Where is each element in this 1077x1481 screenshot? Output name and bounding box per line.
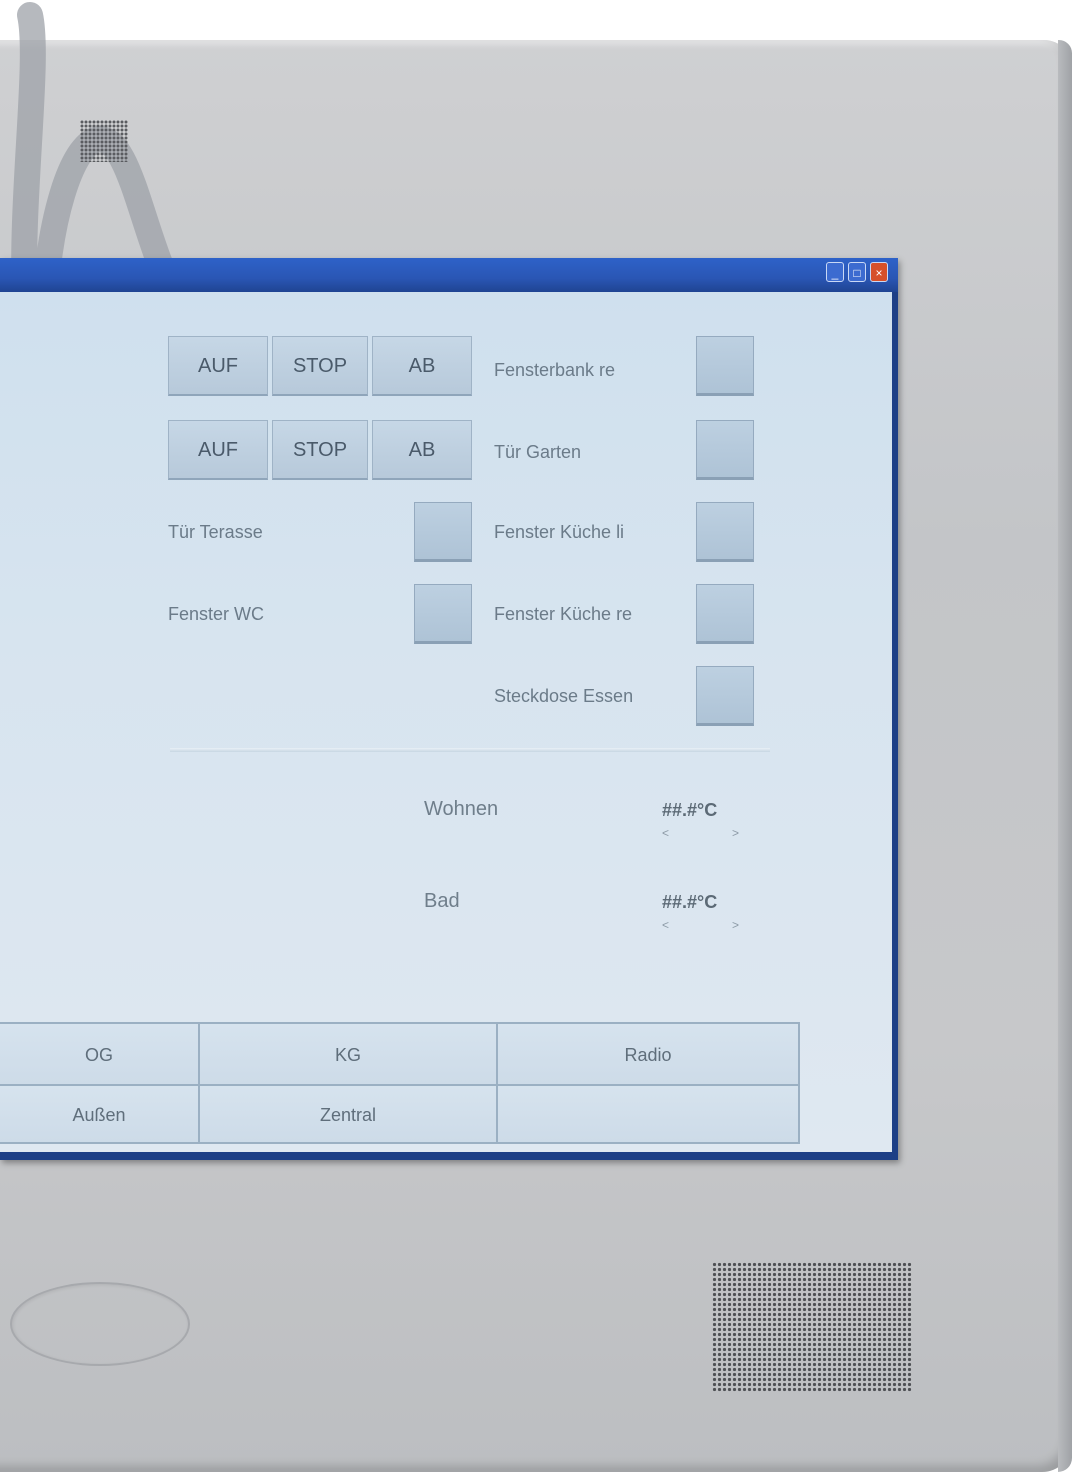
shutter-1-down-button[interactable]: AB — [372, 336, 472, 396]
switch-fenster-kueche-li-label: Fenster Küche li — [494, 522, 625, 542]
temp-wohnen-slider[interactable]: < > — [662, 826, 742, 842]
switch-fenster-wc-toggle[interactable] — [414, 584, 472, 644]
switch-steckdose-essen-toggle[interactable] — [696, 666, 754, 726]
temp-bad-slider[interactable]: < > — [662, 918, 742, 934]
temp-wohnen-label: Wohnen — [424, 798, 499, 820]
shutter-1-label: Fensterbank re — [494, 360, 616, 380]
home-button-icon[interactable] — [10, 1282, 190, 1366]
window: _ □ × AUF STOP AB Fensterbank re AUF STO… — [0, 258, 898, 1160]
temp-bad-increase-button[interactable]: > — [732, 918, 739, 932]
switch-tuer-garten-toggle[interactable] — [696, 420, 754, 480]
nav-zentral-button[interactable]: Zentral — [200, 1086, 498, 1144]
nav-aussen-button[interactable]: Außen — [0, 1086, 200, 1144]
nav-empty-cell — [498, 1086, 800, 1144]
shutter-1-stop-button[interactable]: STOP — [272, 336, 368, 396]
temp-bad-label: Bad — [424, 890, 460, 912]
nav-og-button[interactable]: OG — [0, 1024, 200, 1086]
switch-fenster-kueche-re-toggle[interactable] — [696, 584, 754, 644]
close-button[interactable]: × — [870, 262, 888, 282]
temp-wohnen-increase-button[interactable]: > — [732, 826, 739, 840]
temp-wohnen-decrease-button[interactable]: < — [662, 826, 669, 840]
switch-steckdose-essen-label: Steckdose Essen — [494, 686, 634, 706]
shutter-2-label: Tür Garten — [494, 442, 582, 462]
shutter-1-up-button[interactable]: AUF — [168, 336, 268, 396]
maximize-button[interactable]: □ — [848, 262, 866, 282]
temp-bad-value: ##.#°C — [662, 892, 718, 912]
shutter-2-up-button[interactable]: AUF — [168, 420, 268, 480]
nav-kg-button[interactable]: KG — [200, 1024, 498, 1086]
speaker-grille-icon — [80, 120, 128, 162]
shutter-2-stop-button[interactable]: STOP — [272, 420, 368, 480]
switch-fensterbank-toggle[interactable] — [696, 336, 754, 396]
temp-bad-decrease-button[interactable]: < — [662, 918, 669, 932]
switch-tuer-terasse-label: Tür Terasse — [168, 522, 263, 542]
speaker-grille-icon — [712, 1262, 912, 1392]
title-bar: _ □ × — [0, 258, 898, 292]
control-panel: AUF STOP AB Fensterbank re AUF STOP AB T… — [0, 292, 892, 1152]
shutter-2-down-button[interactable]: AB — [372, 420, 472, 480]
bezel-edge — [1058, 40, 1072, 1472]
switch-fenster-kueche-re-label: Fenster Küche re — [494, 604, 633, 624]
switch-tuer-terasse-toggle[interactable] — [414, 502, 472, 562]
minimize-button[interactable]: _ — [826, 262, 844, 282]
navigation-grid: OG KG Radio Außen Zentral — [0, 1022, 800, 1146]
temp-wohnen-value: ##.#°C — [662, 800, 718, 820]
switch-fenster-wc-label: Fenster WC — [168, 604, 265, 624]
section-divider — [170, 748, 770, 752]
switch-fenster-kueche-li-toggle[interactable] — [696, 502, 754, 562]
nav-radio-button[interactable]: Radio — [498, 1024, 800, 1086]
